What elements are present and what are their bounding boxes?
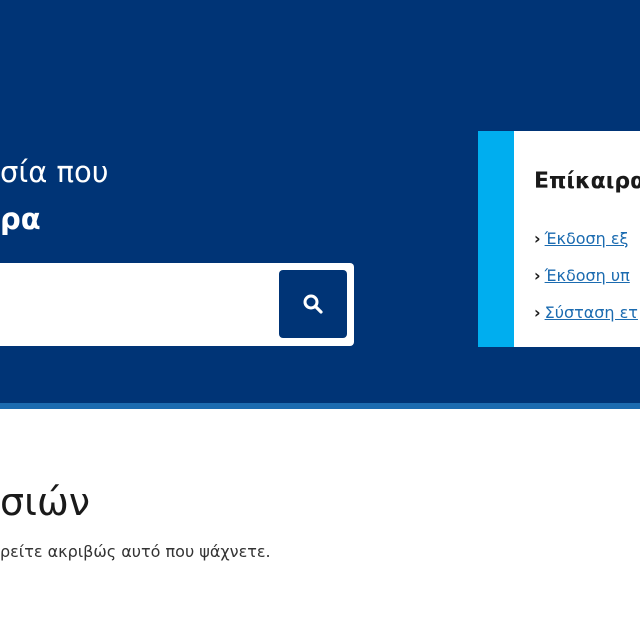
chevron-right-icon: › xyxy=(534,303,541,322)
section-description: ρείτε ακριβώς αυτό που ψάχνετε. xyxy=(0,542,271,561)
search-icon xyxy=(303,294,323,314)
news-panel-accent-bar xyxy=(478,131,514,347)
section-heading: σιών xyxy=(0,480,90,524)
chevron-right-icon: › xyxy=(534,266,541,285)
hero-title-line2: ρα xyxy=(0,202,41,236)
news-item: › Έκδοση εξ xyxy=(534,228,628,250)
search-box xyxy=(0,263,354,346)
news-item: › Σύσταση ετ xyxy=(534,302,638,324)
news-link[interactable]: Έκδοση εξ xyxy=(545,229,629,248)
news-link[interactable]: Σύσταση ετ xyxy=(545,303,638,322)
search-input[interactable] xyxy=(0,263,270,346)
news-link[interactable]: Έκδοση υπ xyxy=(545,266,630,285)
hero-banner: σία που ρα Επίκαιρα › Έκδοση εξ › Έκδοση υ… xyxy=(0,0,640,403)
chevron-right-icon: › xyxy=(534,229,541,248)
hero-bottom-stripe xyxy=(0,403,640,409)
search-button[interactable] xyxy=(279,270,347,338)
news-panel: Επίκαιρα › Έκδοση εξ › Έκδοση υπ › Σύσταση … xyxy=(478,131,640,347)
hero-title-line1: σία που xyxy=(0,155,109,189)
news-title: Επίκαιρα xyxy=(534,169,640,194)
news-item: › Έκδοση υπ xyxy=(534,265,630,287)
